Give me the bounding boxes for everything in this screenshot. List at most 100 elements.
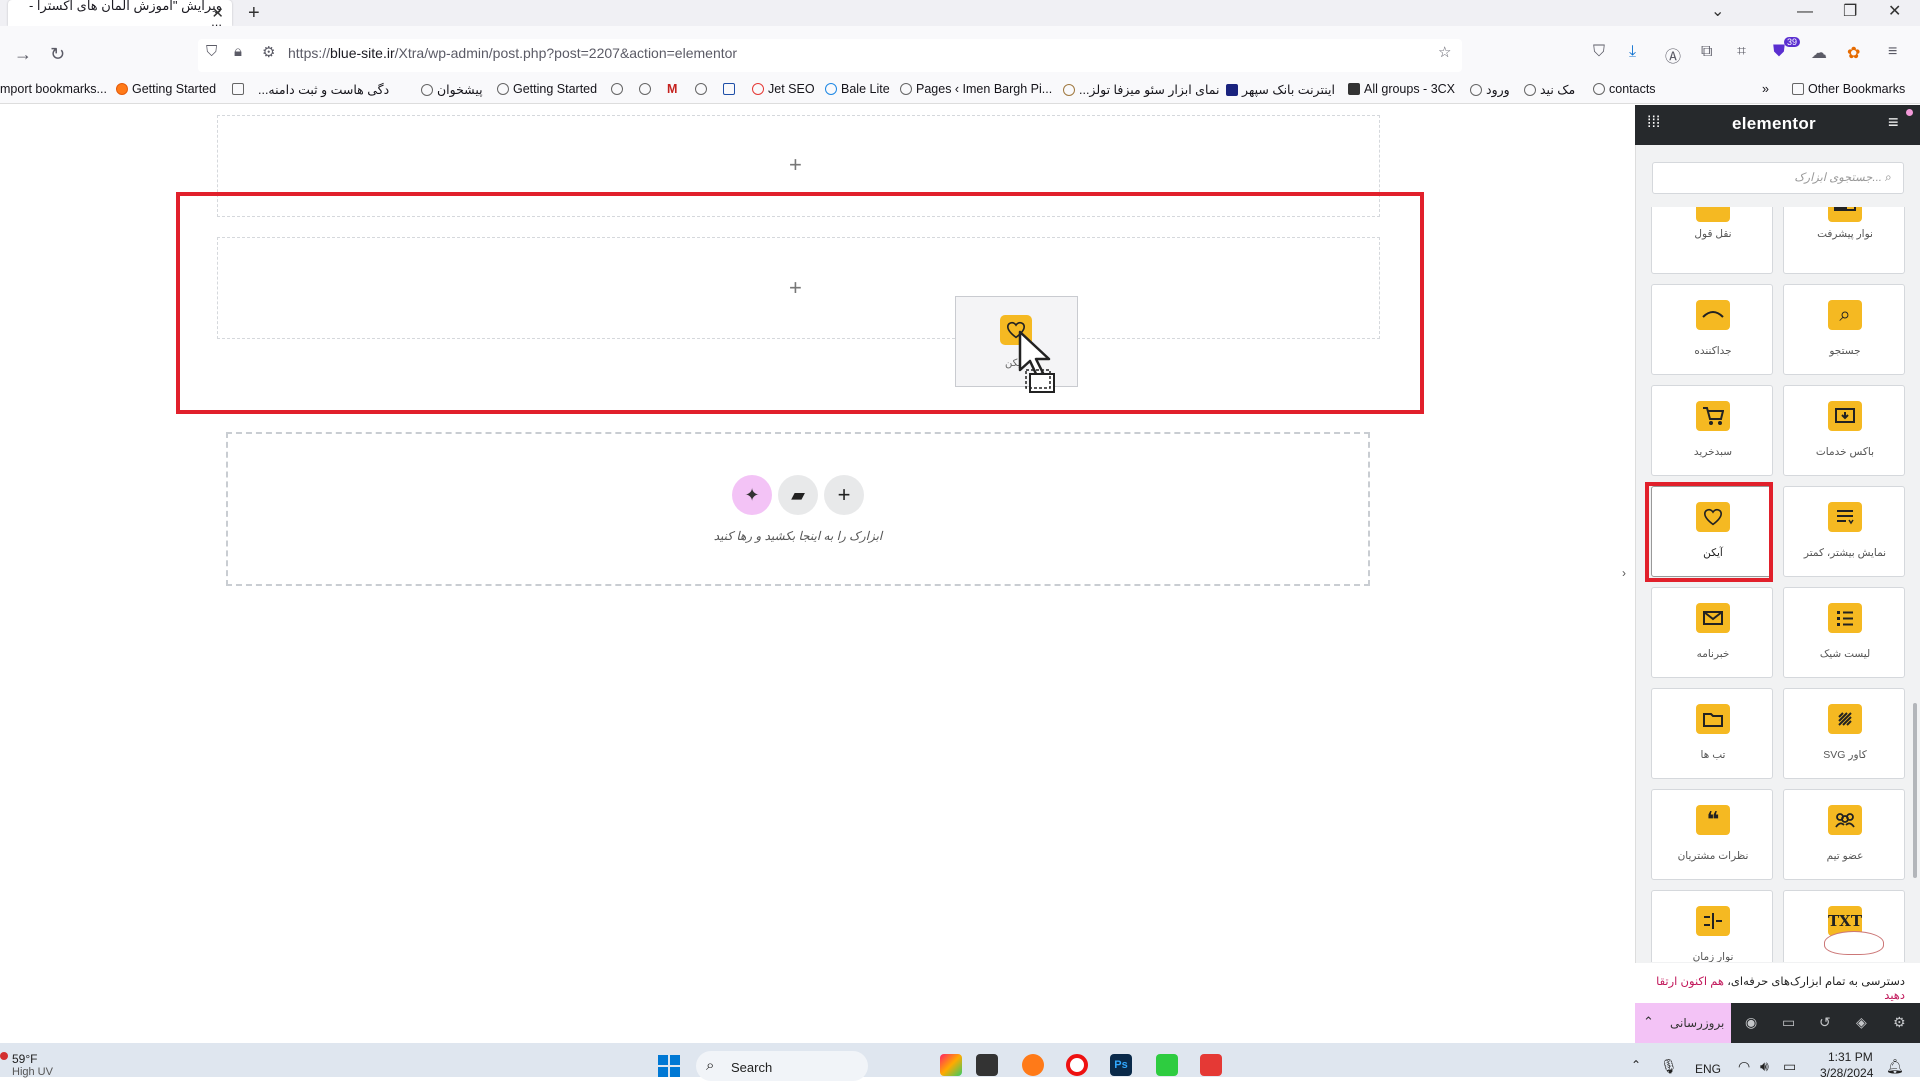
download-icon[interactable]: ⤓ [1629, 43, 1636, 61]
restore-button[interactable]: ❐ [1843, 0, 1857, 26]
firefox-icon[interactable] [1022, 1054, 1044, 1076]
template-folder-button[interactable]: ▰ [778, 475, 818, 515]
weather-temp[interactable]: 59°F [12, 1052, 37, 1066]
widget-progress[interactable]: نوار پیشرفت [1783, 207, 1905, 274]
language-indicator[interactable]: ENG [1695, 1062, 1721, 1076]
shield-icon[interactable]: ⛉ [206, 43, 217, 60]
new-tab-button[interactable]: + [248, 0, 260, 26]
widget-quote[interactable]: ❞ نقل قول [1651, 207, 1773, 274]
camtasia-icon[interactable] [1156, 1054, 1178, 1076]
elementor-logo: elementor [1732, 114, 1816, 133]
bookmark-item[interactable]: mport bookmarks... [0, 82, 107, 96]
widget-team-member[interactable]: عضو تیم [1783, 789, 1905, 880]
navigator-layers-icon[interactable]: ◈ [1856, 1014, 1867, 1031]
panel-scrollbar[interactable] [1913, 703, 1917, 878]
widget-svg-cover[interactable]: کاور SVG [1783, 688, 1905, 779]
notification-bell-icon[interactable]: 🔔︎ [1886, 1058, 1904, 1075]
widget-read-more[interactable]: نمایش بیشتر، کمتر [1783, 486, 1905, 577]
tray-chevron-icon[interactable]: ⌃ [1631, 1058, 1641, 1072]
extensions-icon[interactable]: ⧉ [1701, 43, 1712, 61]
permissions-icon[interactable]: ⚙ [262, 43, 275, 61]
panel-toggle-icon[interactable]: › [1622, 566, 1626, 580]
bookmark-item[interactable] [611, 82, 627, 96]
settings-gear-icon[interactable]: ⚙ [1893, 1014, 1906, 1031]
microphone-icon[interactable]: 🎙︎ [1660, 1058, 1678, 1075]
opera-icon[interactable] [1066, 1054, 1088, 1076]
forward-icon[interactable]: → [14, 44, 32, 65]
other-bookmarks[interactable]: Other Bookmarks [1792, 82, 1905, 96]
svg-cover-icon [1828, 704, 1862, 734]
widget-tabs[interactable]: تب ها [1651, 688, 1773, 779]
volume-icon[interactable]: 🔊︎ [1760, 1058, 1769, 1075]
battery-icon[interactable]: ▭ [1783, 1058, 1796, 1075]
close-window-button[interactable]: ✕ [1888, 0, 1901, 26]
reload-icon[interactable]: ↻ [50, 44, 65, 65]
chevron-up-icon[interactable]: ⌃ [1643, 1014, 1654, 1030]
active-tab[interactable]: ویرایش "آموزش المان های اکسترا - ... ✕ [8, 0, 232, 29]
lock-icon[interactable]: 🔒︎ [234, 43, 242, 60]
widget-cart[interactable]: سبدخرید [1651, 385, 1773, 476]
clock-time[interactable]: 1:31 PM [1828, 1050, 1873, 1064]
widget-search[interactable]: ⌕ جستجو [1783, 284, 1905, 375]
update-label: بروزرسانی [1670, 1016, 1725, 1030]
bookmark-item[interactable] [639, 82, 655, 96]
tab-close-icon[interactable]: ✕ [211, 4, 224, 22]
tab-list-icon[interactable]: ⌄ [1711, 0, 1724, 26]
widget-timeline[interactable]: نوار زمان [1651, 890, 1773, 962]
tabs-icon [1696, 704, 1730, 734]
add-element-plus-icon[interactable]: + [789, 152, 802, 178]
photoshop-icon[interactable]: Ps [1110, 1054, 1132, 1076]
bookmark-item[interactable] [695, 82, 711, 96]
folder-icon [1792, 83, 1804, 95]
vpn-icon[interactable]: ☁ [1811, 43, 1827, 63]
widget-highlight-frame [1645, 482, 1773, 582]
preview-eye-icon[interactable]: ◉ [1745, 1014, 1757, 1031]
bookmark-item[interactable]: contacts [1593, 82, 1656, 96]
bookmark-item[interactable]: ...دگی هاست و ثبت دامنه [258, 82, 389, 97]
responsive-icon[interactable]: ▭ [1782, 1014, 1795, 1031]
bookmark-item[interactable]: اینترنت بانک سپهر [1226, 82, 1335, 97]
cart-icon [1696, 401, 1730, 431]
bookmark-item[interactable]: مک نید [1524, 82, 1575, 97]
widget-text[interactable]: TXT [1783, 890, 1905, 962]
grid-menu-icon[interactable]: ⁞⁞⁞ [1647, 114, 1660, 132]
history-icon[interactable]: ↺ [1819, 1014, 1831, 1031]
widget-divider[interactable]: جداکننده [1651, 284, 1773, 375]
clock-date[interactable]: 3/28/2024 [1820, 1066, 1873, 1080]
widget-styled-list[interactable]: لیست شیک [1783, 587, 1905, 678]
file-explorer-icon[interactable] [976, 1054, 998, 1076]
more-bookmarks-icon[interactable]: » [1762, 82, 1769, 96]
bookmark-item[interactable] [723, 82, 739, 96]
recorder-icon[interactable] [1200, 1054, 1222, 1076]
bookmark-item[interactable]: Jet SEO [752, 82, 815, 96]
windows-start-icon[interactable] [658, 1055, 680, 1077]
crop-icon[interactable]: ⌗ [1737, 43, 1746, 61]
widget-newsletter[interactable]: خبرنامه [1651, 587, 1773, 678]
bookmark-item[interactable]: ...نمای ابزار سئو میزفا تولز [1063, 82, 1219, 97]
wifi-icon[interactable]: ◠ [1738, 1058, 1750, 1075]
add-section-button[interactable]: + [824, 475, 864, 515]
bookmark-item[interactable]: Getting Started [497, 82, 597, 96]
minimize-button[interactable]: — [1797, 0, 1813, 26]
puzzle-icon[interactable]: ✿ [1847, 43, 1860, 63]
copilot-icon[interactable] [940, 1054, 962, 1076]
menu-icon[interactable]: ≡ [1888, 43, 1897, 61]
gmail-icon[interactable]: M [667, 82, 677, 96]
ai-sparkle-button[interactable]: ✦ [732, 475, 772, 515]
bookmark-item[interactable] [232, 82, 248, 96]
widget-service-box[interactable]: باکس خدمات [1783, 385, 1905, 476]
team-icon [1828, 805, 1862, 835]
bookmark-item[interactable]: Bale Lite [825, 82, 890, 96]
hamburger-icon[interactable]: ≡ [1888, 112, 1899, 133]
url-text[interactable]: https://blue-site.ir/Xtra/wp-admin/post.… [288, 45, 737, 61]
ublock-icon[interactable]: ⛊ [1773, 43, 1785, 61]
bookmark-item[interactable]: Getting Started [116, 82, 216, 96]
widget-testimonial[interactable]: ❝ نظرات مشتریان [1651, 789, 1773, 880]
account-icon[interactable]: Ⓐ [1665, 43, 1681, 67]
bookmark-item[interactable]: ورود [1470, 82, 1510, 97]
pocket-icon[interactable]: ⛉ [1593, 43, 1605, 61]
bookmark-item[interactable]: All groups - 3CX [1348, 82, 1455, 96]
bookmark-item[interactable]: پیشخوان [421, 82, 483, 97]
bookmark-star-icon[interactable]: ☆ [1438, 43, 1451, 61]
bookmark-item[interactable]: Pages ‹ Imen Bargh Pi... [900, 82, 1052, 96]
